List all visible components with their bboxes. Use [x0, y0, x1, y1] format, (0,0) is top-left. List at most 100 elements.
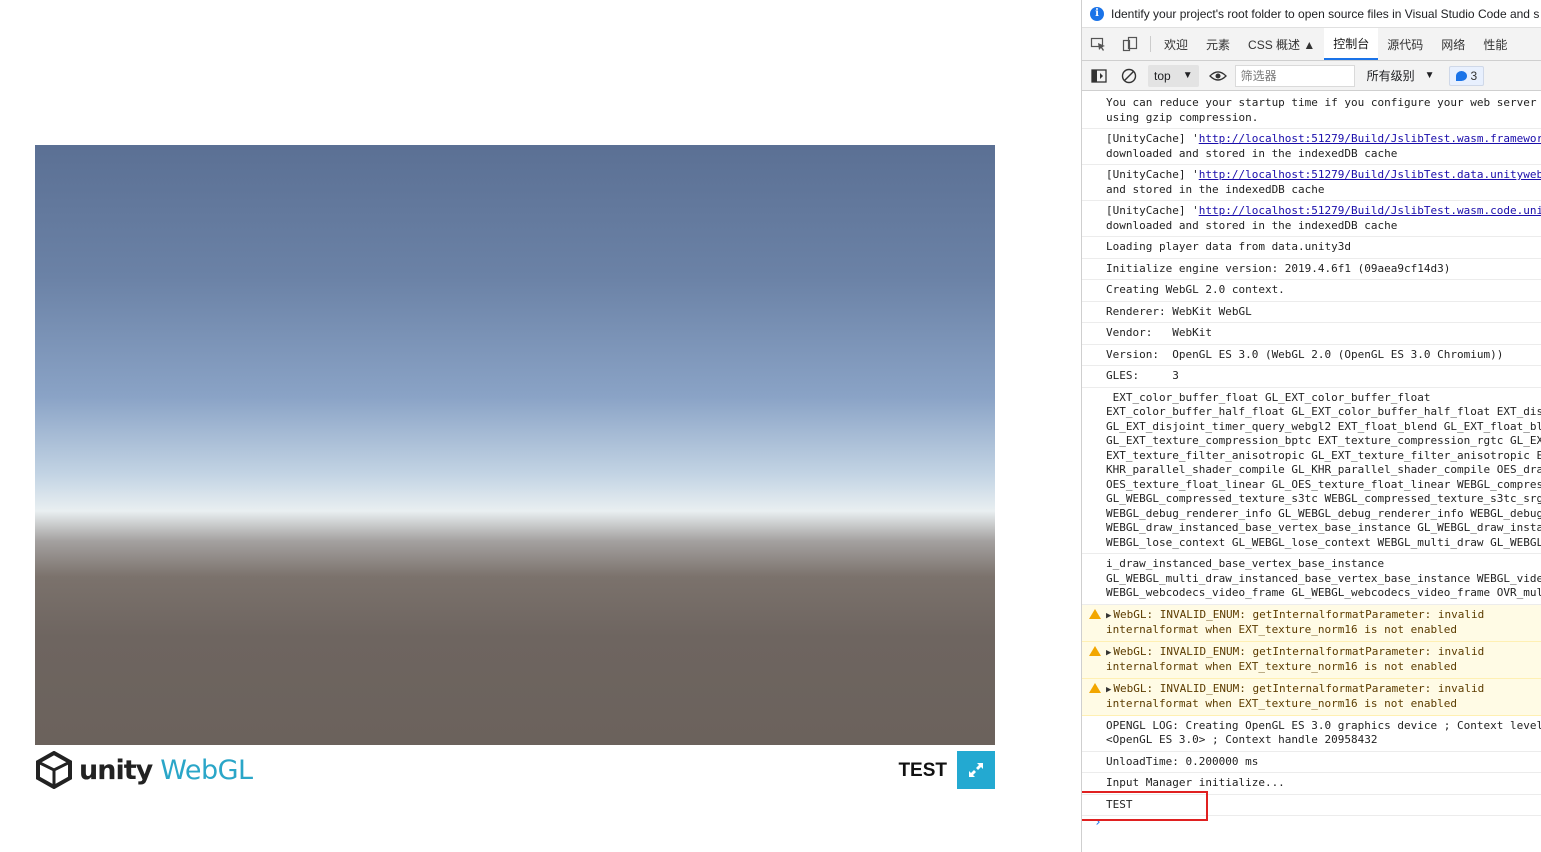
- message-line: ▶ WebGL: INVALID_ENUM: getInternalformatP…: [1106, 608, 1538, 624]
- tab-elements[interactable]: 元素: [1197, 28, 1239, 60]
- warning-icon: [1089, 608, 1101, 619]
- show-sidebar-icon[interactable]: [1084, 61, 1114, 90]
- fullscreen-button[interactable]: [957, 751, 995, 789]
- console-toolbar: top ▼ 所有级别 ▼ 3: [1082, 61, 1541, 91]
- console-message: Loading player data from data.unity3d: [1082, 237, 1541, 259]
- console-message: Creating WebGL 2.0 context.: [1082, 280, 1541, 302]
- tab-console[interactable]: 控制台: [1324, 28, 1379, 60]
- message-line: internalformat when EXT_texture_norm16 i…: [1106, 660, 1457, 673]
- console-message: EXT_color_buffer_float GL_EXT_color_buff…: [1082, 388, 1541, 554]
- message-line: TEST: [1106, 797, 1133, 811]
- message-line: downloaded and stored in the indexedDB c…: [1106, 146, 1398, 160]
- expand-triangle-icon[interactable]: ▶: [1106, 685, 1111, 695]
- expand-triangle-icon[interactable]: ▶: [1106, 648, 1111, 658]
- message-line: <OpenGL ES 3.0> ; Context handle 2095843…: [1106, 733, 1378, 746]
- message-line: OES_texture_float_linear GL_OES_texture_…: [1106, 477, 1541, 491]
- message-line: ▶ WebGL: INVALID_ENUM: getInternalformatP…: [1106, 645, 1538, 661]
- console-prompt[interactable]: ›: [1082, 815, 1541, 836]
- message-line: WEBGL_debug_renderer_info GL_WEBGL_debug…: [1106, 506, 1541, 520]
- message-line: internalformat when EXT_texture_norm16 i…: [1106, 697, 1457, 710]
- message-line: i_draw_instanced_base_vertex_base_instan…: [1106, 557, 1385, 570]
- message-line: [UnityCache] 'http://localhost:51279/Bui…: [1106, 168, 1541, 183]
- message-line: EXT_color_buffer_float GL_EXT_color_buff…: [1106, 390, 1431, 404]
- message-line: [UnityCache] 'http://localhost:51279/Bui…: [1106, 204, 1541, 219]
- console-filter-input[interactable]: [1234, 64, 1355, 87]
- message-line: EXT_color_buffer_half_float GL_EXT_color…: [1106, 405, 1541, 418]
- message-prefix: [UnityCache] ': [1106, 204, 1199, 217]
- inspect-element-icon[interactable]: [1082, 28, 1114, 60]
- tab-separator: [1150, 36, 1151, 52]
- issues-count: 3: [1470, 68, 1478, 83]
- message-line: Initialize engine version: 2019.4.6f1 (0…: [1106, 261, 1451, 275]
- console-message: [UnityCache] 'http://localhost:51279/Bui…: [1082, 129, 1541, 165]
- message-line: UnloadTime: 0.200000 ms: [1106, 754, 1259, 768]
- console-message: You can reduce your startup time if you …: [1082, 93, 1541, 129]
- tab-network[interactable]: 网络: [1432, 28, 1474, 60]
- message-line: Version: OpenGL ES 3.0 (WebGL 2.0 (OpenG…: [1106, 347, 1504, 361]
- live-expression-eye-icon[interactable]: [1203, 61, 1233, 90]
- unity-webgl-page: unity WebGL TEST: [0, 0, 1081, 852]
- log-levels-dropdown[interactable]: 所有级别 ▼: [1363, 67, 1439, 84]
- message-line: You can reduce your startup time if you …: [1106, 96, 1541, 109]
- console-message: TEST: [1082, 795, 1541, 816]
- expand-triangle-icon[interactable]: ▶: [1106, 611, 1111, 621]
- info-bar-text: Identify your project's root folder to o…: [1111, 6, 1540, 21]
- context-selector[interactable]: top ▼: [1148, 64, 1199, 87]
- console-message: UnloadTime: 0.200000 ms: [1082, 752, 1541, 773]
- chevron-down-icon: ▼: [1182, 70, 1193, 81]
- issues-badge[interactable]: 3: [1448, 65, 1485, 86]
- unity-wordmark: unity: [79, 754, 153, 786]
- message-bubble-icon: [1455, 70, 1467, 81]
- message-text: WebGL: INVALID_ENUM: getInternalformatPa…: [1113, 681, 1485, 695]
- console-warning[interactable]: ▶ WebGL: INVALID_ENUM: getInternalformatP…: [1082, 641, 1541, 679]
- unity-webgl-logo: unity WebGL: [35, 750, 253, 790]
- message-line: GL_WEBGL_compressed_texture_s3tc WEBGL_c…: [1106, 492, 1541, 505]
- source-link[interactable]: http://localhost:51279/Build/JslibTest.d…: [1199, 168, 1541, 181]
- tab-performance[interactable]: 性能: [1474, 28, 1516, 60]
- context-value: top: [1154, 68, 1171, 83]
- console-message: Renderer: WebKit WebGL: [1082, 302, 1541, 323]
- message-text: WebGL: INVALID_ENUM: getInternalformatPa…: [1113, 644, 1485, 658]
- message-line: GL_EXT_disjoint_timer_query_webgl2 EXT_f…: [1106, 419, 1541, 433]
- build-title: TEST: [898, 760, 947, 781]
- chevron-down-icon: ▼: [1424, 70, 1435, 81]
- tab-welcome[interactable]: 欢迎: [1155, 28, 1197, 60]
- console-message: Vendor: WebKit: [1082, 323, 1541, 345]
- message-prefix: [UnityCache] ': [1106, 168, 1199, 181]
- message-line: WEBGL_webcodecs_video_frame GL_WEBGL_web…: [1106, 586, 1541, 599]
- console-message: Initialize engine version: 2019.4.6f1 (0…: [1082, 259, 1541, 280]
- message-line: and stored in the indexedDB cache: [1106, 182, 1325, 196]
- devtools-tab-bar: 欢迎 元素 CSS 概述 ▲ 控制台 源代码 网络 性能: [1082, 28, 1541, 61]
- console-warning[interactable]: ▶ WebGL: INVALID_ENUM: getInternalformatP…: [1082, 678, 1541, 716]
- console-message: OPENGL LOG: Creating OpenGL ES 3.0 graph…: [1082, 716, 1541, 752]
- log-levels-value: 所有级别: [1366, 69, 1415, 83]
- info-icon: i: [1090, 6, 1104, 21]
- console-messages: You can reduce your startup time if you …: [1082, 93, 1541, 852]
- source-link[interactable]: http://localhost:51279/Build/JslibTest.w…: [1199, 204, 1541, 217]
- clear-console-icon[interactable]: [1114, 61, 1144, 90]
- message-line: EXT_texture_filter_anisotropic GL_EXT_te…: [1106, 448, 1541, 462]
- message-line: Input Manager initialize...: [1106, 776, 1285, 789]
- console-message: [UnityCache] 'http://localhost:51279/Bui…: [1082, 201, 1541, 237]
- console-message: Input Manager initialize...: [1082, 773, 1541, 795]
- unity-cube-icon: [36, 751, 72, 789]
- unity-footer: unity WebGL TEST: [35, 748, 995, 792]
- message-line: downloaded and stored in the indexedDB c…: [1106, 218, 1398, 232]
- message-line: [UnityCache] 'http://localhost:51279/Bui…: [1106, 132, 1541, 147]
- tab-sources[interactable]: 源代码: [1378, 28, 1432, 60]
- message-line: OPENGL LOG: Creating OpenGL ES 3.0 graph…: [1106, 718, 1541, 732]
- console-warning[interactable]: ▶ WebGL: INVALID_ENUM: getInternalformatP…: [1082, 604, 1541, 642]
- unity-canvas[interactable]: [35, 145, 995, 745]
- webgl-wordmark: WebGL: [160, 754, 253, 786]
- console-message: GLES: 3: [1082, 366, 1541, 388]
- message-line: ▶ WebGL: INVALID_ENUM: getInternalformatP…: [1106, 682, 1538, 698]
- warning-icon: [1089, 645, 1101, 656]
- device-toolbar-icon[interactable]: [1114, 28, 1146, 60]
- message-line: Vendor: WebKit: [1106, 326, 1212, 339]
- source-link[interactable]: http://localhost:51279/Build/JslibTest.w…: [1199, 132, 1541, 145]
- info-bar: i Identify your project's root folder to…: [1082, 0, 1541, 28]
- message-line: GL_EXT_texture_compression_bptc EXT_text…: [1106, 434, 1541, 447]
- message-line: internalformat when EXT_texture_norm16 i…: [1106, 623, 1457, 636]
- message-text: WebGL: INVALID_ENUM: getInternalformatPa…: [1113, 607, 1485, 621]
- tab-css-overview[interactable]: CSS 概述 ▲: [1239, 28, 1324, 60]
